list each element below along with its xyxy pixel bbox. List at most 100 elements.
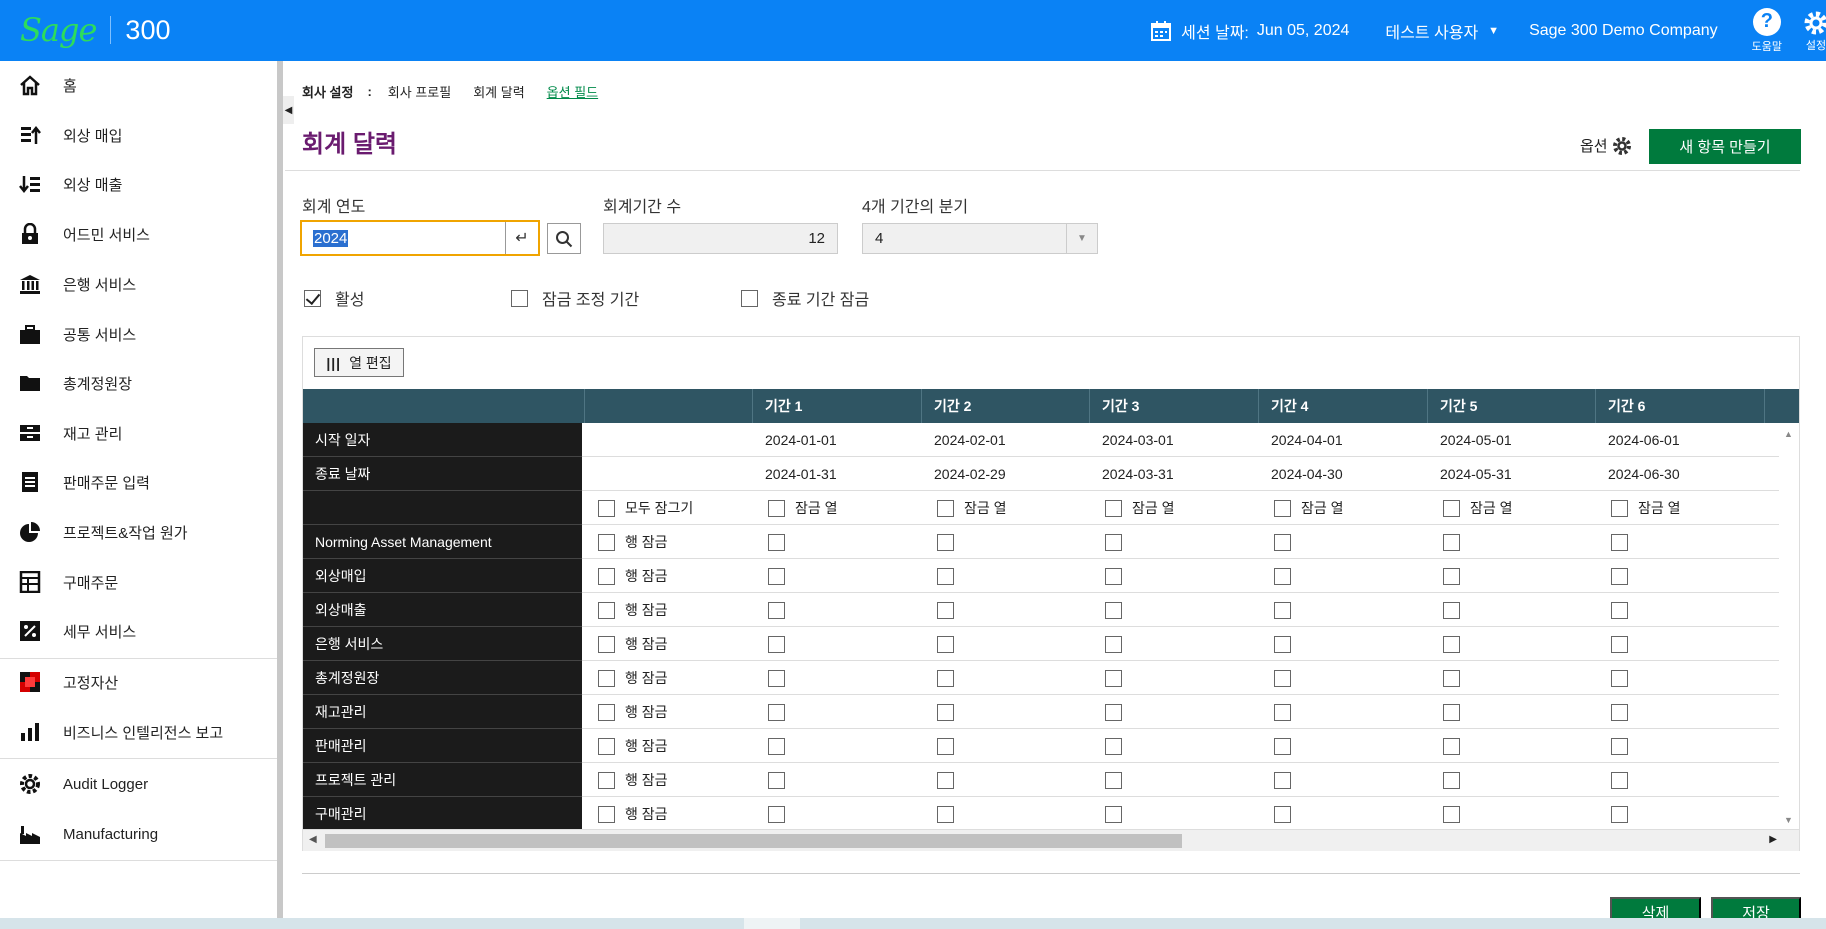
lock-row-checkbox[interactable]: 행 잠금 (598, 525, 668, 559)
period-lock-checkbox[interactable] (1443, 729, 1470, 763)
start-date-cell[interactable]: 2024-03-01 (1102, 423, 1174, 457)
scroll-down-icon[interactable]: ▼ (1784, 815, 1793, 825)
period-lock-checkbox[interactable] (1611, 661, 1638, 695)
sidebar-item-sales-order[interactable]: 판매주문 입력 (0, 462, 277, 502)
breadcrumb-company-profile[interactable]: 회사 프로필 (388, 82, 451, 101)
lock-col-checkbox[interactable]: 잠금 열 (937, 491, 1007, 525)
period-lock-checkbox[interactable] (1274, 661, 1301, 695)
end-date-cell[interactable]: 2024-02-29 (934, 457, 1006, 491)
period-lock-checkbox[interactable] (1105, 627, 1132, 661)
sidebar-item-admin[interactable]: 어드민 서비스 (0, 214, 277, 254)
period-lock-checkbox[interactable] (1274, 695, 1301, 729)
period-lock-checkbox[interactable] (937, 763, 964, 797)
period-lock-checkbox[interactable] (1611, 525, 1638, 559)
lock-col-checkbox[interactable]: 잠금 열 (1611, 491, 1681, 525)
breadcrumb-fiscal-calendar[interactable]: 회계 달력 (473, 82, 524, 101)
period-lock-checkbox[interactable] (1443, 525, 1470, 559)
lock-col-checkbox[interactable]: 잠금 열 (1274, 491, 1344, 525)
lock-row-checkbox[interactable]: 행 잠금 (598, 763, 668, 797)
period-lock-checkbox[interactable] (768, 525, 795, 559)
header-period-2[interactable]: 기간 2 (922, 389, 1090, 423)
sidebar-item-bi[interactable]: 비즈니스 인텔리전스 보고 (0, 712, 277, 752)
end-date-cell[interactable]: 2024-05-31 (1440, 457, 1512, 491)
sidebar-item-bank[interactable]: 은행 서비스 (0, 264, 277, 304)
sidebar-item-manufacturing[interactable]: Manufacturing (0, 814, 277, 854)
period-lock-checkbox[interactable] (1443, 763, 1470, 797)
options-button[interactable]: 옵션 (1580, 135, 1632, 156)
lock-row-checkbox[interactable]: 행 잠금 (598, 593, 668, 627)
scroll-left-icon[interactable]: ◀ (309, 834, 317, 845)
period-lock-checkbox[interactable] (937, 559, 964, 593)
period-lock-checkbox[interactable] (1611, 559, 1638, 593)
lock-row-checkbox[interactable]: 행 잠금 (598, 797, 668, 829)
period-lock-checkbox[interactable] (937, 525, 964, 559)
period-lock-checkbox[interactable] (1105, 559, 1132, 593)
start-date-cell[interactable]: 2024-02-01 (934, 423, 1006, 457)
period-lock-checkbox[interactable] (768, 627, 795, 661)
period-lock-checkbox[interactable] (1274, 763, 1301, 797)
period-lock-checkbox[interactable] (1443, 695, 1470, 729)
period-lock-checkbox[interactable] (768, 695, 795, 729)
grid-horizontal-scrollbar[interactable]: ◀ ▶ (303, 829, 1799, 851)
fiscal-year-input[interactable]: 2024 ↵ (300, 220, 540, 256)
period-lock-checkbox[interactable] (768, 661, 795, 695)
sidebar-item-tax[interactable]: 세무 서비스 (0, 611, 277, 651)
sage-logo[interactable]: Sage 300 (20, 11, 170, 49)
header-period-1[interactable]: 기간 1 (753, 389, 922, 423)
scroll-up-icon[interactable]: ▲ (1784, 429, 1793, 439)
period-lock-checkbox[interactable] (1105, 763, 1132, 797)
sidebar-item-inventory[interactable]: 재고 관리 (0, 413, 277, 453)
period-lock-checkbox[interactable] (1105, 661, 1132, 695)
period-lock-checkbox[interactable] (937, 695, 964, 729)
end-date-cell[interactable]: 2024-01-31 (765, 457, 837, 491)
lock-closing-checkbox[interactable]: 종료 기간 잠금 (741, 286, 869, 310)
period-lock-checkbox[interactable] (937, 627, 964, 661)
fiscal-year-search-button[interactable] (547, 223, 581, 254)
period-lock-checkbox[interactable] (1105, 729, 1132, 763)
start-date-cell[interactable]: 2024-06-01 (1608, 423, 1680, 457)
start-date-cell[interactable]: 2024-05-01 (1440, 423, 1512, 457)
period-lock-checkbox[interactable] (1443, 627, 1470, 661)
period-lock-checkbox[interactable] (1443, 797, 1470, 829)
lock-row-checkbox[interactable]: 행 잠금 (598, 627, 668, 661)
lock-row-checkbox[interactable]: 행 잠금 (598, 661, 668, 695)
lock-all-checkbox[interactable]: 모두 잠그기 (598, 491, 693, 525)
period-lock-checkbox[interactable] (937, 661, 964, 695)
enter-icon[interactable]: ↵ (505, 222, 538, 254)
sidebar-item-common[interactable]: 공통 서비스 (0, 314, 277, 354)
period-lock-checkbox[interactable] (1443, 661, 1470, 695)
lock-adjustment-checkbox[interactable]: 잠금 조정 기간 (511, 286, 639, 310)
lock-col-checkbox[interactable]: 잠금 열 (768, 491, 838, 525)
end-date-cell[interactable]: 2024-04-30 (1271, 457, 1343, 491)
period-lock-checkbox[interactable] (1274, 627, 1301, 661)
settings-button[interactable]: 설정 (1804, 9, 1826, 53)
period-lock-checkbox[interactable] (1443, 559, 1470, 593)
sidebar-item-project[interactable]: 프로젝트&작업 원가 (0, 512, 277, 552)
period-lock-checkbox[interactable] (1611, 763, 1638, 797)
sidebar-item-home[interactable]: 홈 (0, 65, 277, 105)
lock-col-checkbox[interactable]: 잠금 열 (1105, 491, 1175, 525)
period-lock-checkbox[interactable] (768, 593, 795, 627)
period-lock-checkbox[interactable] (1105, 593, 1132, 627)
breadcrumb-optional-fields-link[interactable]: 옵션 필드 (547, 82, 598, 101)
period-lock-checkbox[interactable] (1274, 525, 1301, 559)
active-checkbox[interactable]: 활성 (304, 286, 364, 310)
scrollbar-thumb[interactable] (325, 834, 1182, 848)
period-lock-checkbox[interactable] (937, 593, 964, 627)
sidebar-item-purchase[interactable]: 구매주문 (0, 562, 277, 602)
sidebar-item-receivables[interactable]: 외상 매출 (0, 164, 277, 204)
sidebar-item-payables[interactable]: 외상 매입 (0, 115, 277, 155)
header-period-3[interactable]: 기간 3 (1090, 389, 1259, 423)
quarter-select[interactable]: 4 ▼ (862, 223, 1098, 254)
session-date[interactable]: 세션 날짜: Jun 05, 2024 (1151, 19, 1349, 43)
period-lock-checkbox[interactable] (1274, 729, 1301, 763)
lock-row-checkbox[interactable]: 행 잠금 (598, 559, 668, 593)
sidebar-item-gl[interactable]: 총계정원장 (0, 363, 277, 403)
help-button[interactable]: ? 도움말 (1752, 7, 1782, 54)
new-item-button[interactable]: 새 항목 만들기 (1649, 129, 1801, 164)
period-lock-checkbox[interactable] (1611, 695, 1638, 729)
period-lock-checkbox[interactable] (768, 559, 795, 593)
period-lock-checkbox[interactable] (937, 797, 964, 829)
period-lock-checkbox[interactable] (1274, 797, 1301, 829)
period-lock-checkbox[interactable] (1274, 593, 1301, 627)
